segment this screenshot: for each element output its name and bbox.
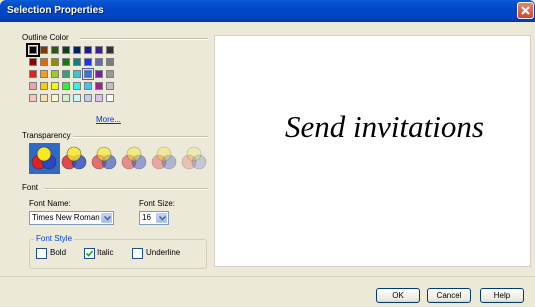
transparency-option[interactable]	[179, 143, 210, 174]
color-swatch[interactable]	[95, 46, 103, 54]
close-button[interactable]	[517, 2, 534, 19]
overlapping-circles-icon	[121, 146, 147, 170]
font-name-select[interactable]: Times New Roman	[29, 211, 114, 225]
color-swatch[interactable]	[95, 70, 103, 78]
color-swatch[interactable]	[73, 46, 81, 54]
color-swatch[interactable]	[40, 58, 48, 66]
overlapping-circles-icon	[181, 146, 207, 170]
color-swatch[interactable]	[62, 94, 70, 102]
overlapping-circles-icon	[151, 146, 177, 170]
more-colors-link[interactable]: More...	[96, 115, 121, 124]
color-swatch[interactable]	[84, 58, 92, 66]
color-swatch[interactable]	[82, 68, 94, 80]
font-size-label: Font Size:	[139, 199, 176, 208]
transparency-option[interactable]	[149, 143, 180, 174]
checkmark-icon	[85, 250, 94, 257]
outline-color-heading: Outline Color	[22, 33, 69, 42]
transparency-divider	[73, 136, 208, 138]
selection-properties-dialog: Selection Properties Outline Color More.…	[0, 0, 535, 307]
color-swatch[interactable]	[51, 70, 59, 78]
font-style-label: Font Style	[34, 234, 75, 243]
transparency-option[interactable]	[119, 143, 150, 174]
font-size-value: 16	[142, 213, 151, 222]
cancel-button[interactable]: Cancel	[427, 288, 471, 303]
font-size-select[interactable]: 16	[139, 211, 169, 225]
preview-text: Send invitations	[285, 109, 484, 144]
font-name-label: Font Name:	[29, 199, 71, 208]
color-swatch[interactable]	[95, 82, 103, 90]
color-swatch[interactable]	[51, 46, 59, 54]
color-swatch[interactable]	[62, 46, 70, 54]
outline-color-divider	[80, 38, 208, 40]
overlapping-circles-icon	[91, 146, 117, 170]
color-swatch[interactable]	[73, 58, 81, 66]
title-bar[interactable]: Selection Properties	[0, 0, 535, 22]
color-swatch[interactable]	[40, 46, 48, 54]
font-heading: Font	[22, 183, 39, 192]
color-swatch[interactable]	[106, 82, 114, 90]
color-swatch[interactable]	[84, 46, 92, 54]
italic-checkbox[interactable]	[84, 248, 95, 259]
color-swatch[interactable]	[40, 82, 48, 90]
preview-pane: Send invitations	[214, 35, 531, 267]
color-swatch[interactable]	[51, 82, 59, 90]
color-swatch[interactable]	[106, 70, 114, 78]
font-divider	[44, 188, 208, 190]
help-button[interactable]: Help	[480, 288, 524, 303]
ok-button[interactable]: OK	[376, 288, 420, 303]
overlapping-circles-icon	[31, 146, 57, 170]
color-swatch[interactable]	[62, 82, 70, 90]
color-swatch[interactable]	[84, 94, 92, 102]
color-swatch[interactable]	[29, 58, 37, 66]
color-swatch[interactable]	[106, 94, 114, 102]
color-swatch[interactable]	[73, 82, 81, 90]
underline-label[interactable]: Underline	[146, 248, 180, 257]
bottom-separator	[0, 276, 535, 277]
color-swatch[interactable]	[40, 94, 48, 102]
transparency-heading: Transparency	[22, 131, 71, 140]
color-swatch[interactable]	[84, 82, 92, 90]
color-swatch[interactable]	[29, 82, 37, 90]
underline-checkbox[interactable]	[132, 248, 143, 259]
color-swatch[interactable]	[106, 58, 114, 66]
chevron-down-icon[interactable]	[101, 213, 112, 223]
color-swatch[interactable]	[73, 94, 81, 102]
color-swatch[interactable]	[95, 58, 103, 66]
font-name-value: Times New Roman	[32, 213, 100, 222]
color-swatch[interactable]	[40, 70, 48, 78]
overlapping-circles-icon	[61, 146, 87, 170]
color-swatch[interactable]	[51, 94, 59, 102]
italic-label[interactable]: Italic	[97, 248, 113, 257]
color-swatch[interactable]	[106, 46, 114, 54]
color-swatch[interactable]	[26, 43, 40, 57]
chevron-down-icon[interactable]	[156, 213, 167, 223]
color-swatch[interactable]	[29, 94, 37, 102]
transparency-option[interactable]	[59, 143, 90, 174]
dialog-title: Selection Properties	[7, 5, 104, 16]
color-swatch[interactable]	[73, 70, 81, 78]
color-swatch[interactable]	[95, 94, 103, 102]
close-icon	[521, 6, 530, 15]
color-swatch[interactable]	[51, 58, 59, 66]
color-swatch[interactable]	[29, 70, 37, 78]
color-swatch[interactable]	[62, 70, 70, 78]
bold-label[interactable]: Bold	[50, 248, 66, 257]
transparency-option[interactable]	[89, 143, 120, 174]
color-swatch[interactable]	[62, 58, 70, 66]
bold-checkbox[interactable]	[36, 248, 47, 259]
transparency-option[interactable]	[29, 143, 60, 174]
